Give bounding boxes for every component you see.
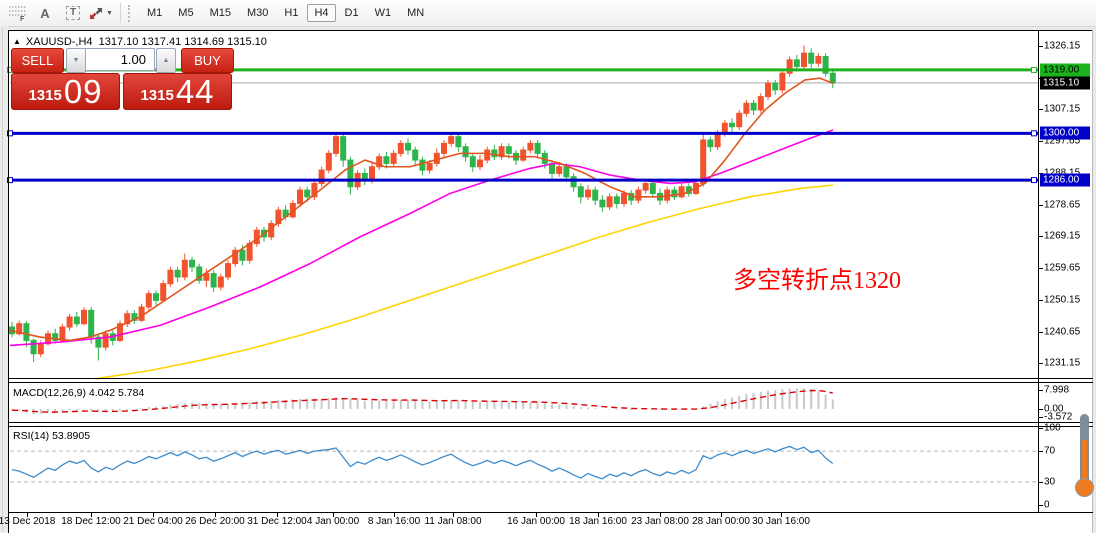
buy-price-prefix: 1315 (140, 87, 174, 104)
time-axis-label: 13 Dec 2018 (0, 516, 56, 527)
price-tick-label: 1231.15 (1044, 357, 1081, 369)
buy-button-label: BUY (194, 53, 221, 68)
chart-title: ▲ XAUUSD-,H4 1317.10 1317.41 1314.69 1315… (13, 36, 267, 48)
buy-price-digits: 44 (175, 73, 215, 110)
sell-price-prefix: 1315 (28, 87, 62, 104)
price-tick-label: 1250.15 (1044, 294, 1081, 306)
thermometer-icon (1074, 414, 1094, 498)
price-level-label: 1319.00 (1040, 63, 1090, 77)
price-tick-label: 1307.15 (1044, 103, 1081, 115)
price-tick-label: 1240.65 (1044, 326, 1081, 338)
current-price-label: 1315.10 (1040, 76, 1090, 90)
timeframe-button-m15[interactable]: M15 (203, 4, 238, 22)
one-click-trade-panel: SELL ▼ ▲ BUY 1315 09 1315 44 (11, 48, 234, 110)
arrows-dropdown-icon[interactable]: ▼ (106, 10, 113, 17)
price-tick-label: 1269.15 (1044, 230, 1081, 242)
arrows-icon (90, 7, 103, 19)
rsi-label: RSI(14) 53.8905 (13, 430, 91, 442)
time-axis-label: 21 Dec 04:00 (123, 516, 183, 527)
collapse-arrow-icon[interactable]: ▲ (13, 37, 21, 46)
time-axis-label: 11 Jan 08:00 (424, 516, 482, 527)
fibonacci-icon: F (8, 6, 26, 21)
time-axis-label: 18 Jan 16:00 (569, 516, 627, 527)
buy-price-box[interactable]: 1315 44 (123, 73, 232, 110)
volume-dropdown-button[interactable]: ▼ (66, 48, 86, 73)
macd-scale-label: -3.572 (1044, 411, 1073, 423)
timeframe-button-w1[interactable]: W1 (368, 4, 399, 22)
timeframe-button-h1[interactable]: H1 (277, 4, 305, 22)
time-axis-label: 28 Jan 00:00 (692, 516, 750, 527)
chevron-down-icon: ▼ (72, 57, 80, 64)
time-axis-label: 31 Dec 12:00 (247, 516, 307, 527)
volume-field-wrap (85, 48, 155, 71)
rsi-scale-label: 0 (1044, 499, 1050, 511)
time-axis-label: 8 Jan 16:00 (367, 516, 421, 527)
rsi-scale-label: 30 (1044, 476, 1056, 488)
timeframe-button-d1[interactable]: D1 (338, 4, 366, 22)
time-axis-label: 16 Jan 00:00 (507, 516, 565, 527)
time-axis-label: 26 Dec 20:00 (185, 516, 245, 527)
sell-price-box[interactable]: 1315 09 (11, 73, 120, 110)
price-tick-label: 1259.65 (1044, 262, 1081, 274)
toolbar-separator (120, 3, 121, 23)
toolbar-grip[interactable] (128, 4, 133, 22)
rsi-scale-label: 100 (1044, 422, 1061, 434)
arrows-tool-button[interactable]: ▼ (89, 3, 113, 23)
fibonacci-tool-button[interactable]: F (5, 3, 29, 23)
label-tool-button[interactable]: A (33, 3, 57, 23)
price-tick-label: 1278.65 (1044, 199, 1081, 211)
toolbar: F A T ▼ M1 M5 M15 M30 H1 H4 D1 W1 MN (0, 0, 1096, 27)
buy-button[interactable]: BUY (181, 48, 234, 73)
time-axis-label: 23 Jan 08:00 (631, 516, 689, 527)
sell-price-digits: 09 (63, 73, 103, 110)
window-left-edge (0, 26, 8, 533)
label-tool-icon: A (40, 5, 50, 21)
volume-input[interactable] (85, 48, 155, 71)
time-axis-label: 4 Jan 00:00 (306, 516, 360, 527)
sell-button-label: SELL (21, 53, 54, 68)
macd-label: MACD(12,26,9) 4.042 5.784 (13, 387, 145, 399)
timeframe-button-m5[interactable]: M5 (171, 4, 200, 22)
chevron-up-icon: ▲ (162, 57, 170, 64)
chart-annotation-text[interactable]: 多空转折点1320 (733, 260, 901, 295)
timeframe-bar: M1 M5 M15 M30 H1 H4 D1 W1 MN (139, 4, 432, 22)
timeframe-button-m1[interactable]: M1 (140, 4, 169, 22)
price-level-label: 1300.00 (1040, 126, 1090, 140)
timeframe-button-m30[interactable]: M30 (240, 4, 275, 22)
text-tool-button[interactable]: T (61, 3, 85, 23)
svg-text:F: F (20, 16, 25, 21)
rsi-scale-label: 70 (1044, 445, 1056, 457)
timeframe-button-h4[interactable]: H4 (307, 4, 336, 22)
sell-button[interactable]: SELL (11, 48, 64, 73)
text-tool-icon: T (65, 6, 81, 20)
volume-spinner-button[interactable]: ▲ (156, 48, 176, 73)
timeframe-button-mn[interactable]: MN (400, 4, 431, 22)
time-axis-label: 30 Jan 16:00 (752, 516, 810, 527)
price-level-label: 1286.00 (1040, 173, 1090, 187)
price-tick-label: 1326.15 (1044, 40, 1081, 52)
macd-scale-label: 7.998 (1044, 384, 1070, 396)
chart-title-text: XAUUSD-,H4 1317.10 1317.41 1314.69 1315.… (25, 36, 267, 48)
time-axis-label: 18 Dec 12:00 (61, 516, 121, 527)
